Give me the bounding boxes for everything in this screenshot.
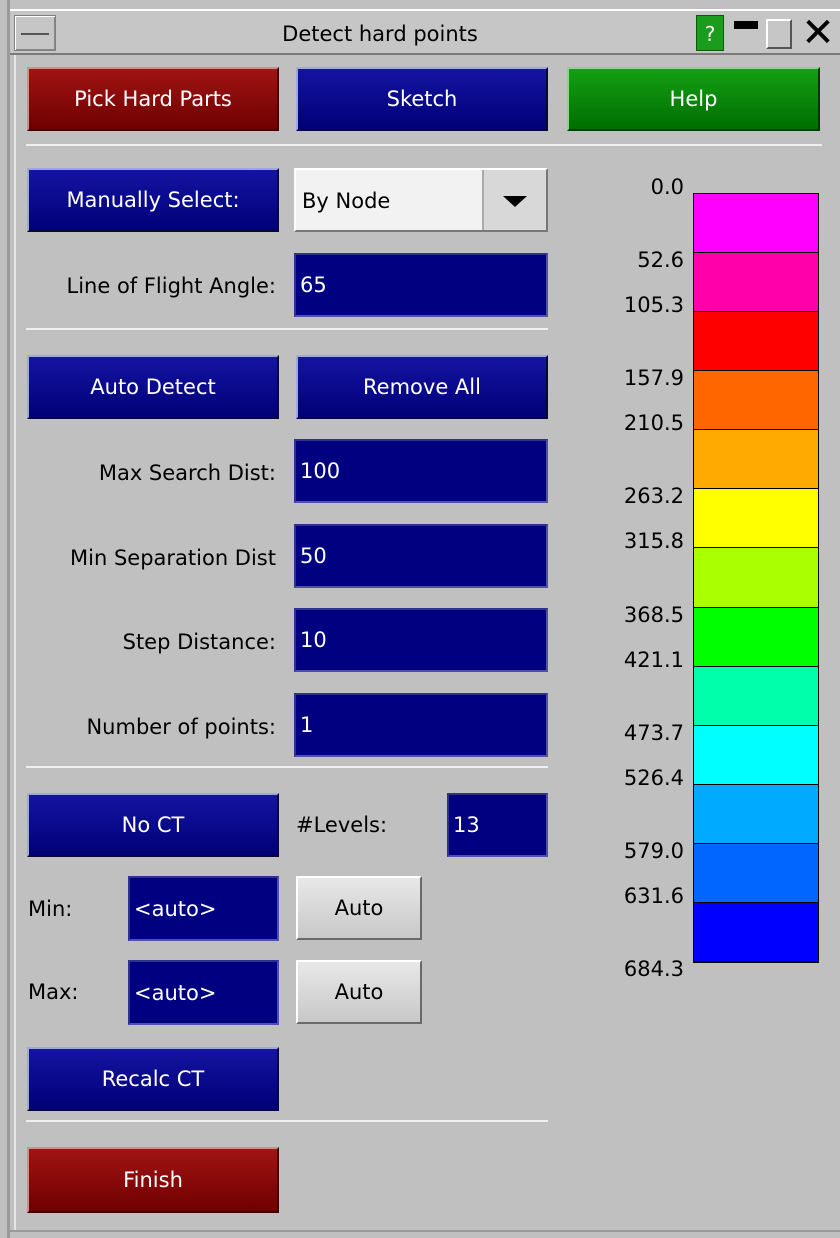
context-help-button[interactable]: ?: [696, 15, 724, 51]
no-ct-button[interactable]: No CT: [27, 793, 279, 857]
window-left-edge: [7, 0, 10, 1238]
legend-tick-label: 0.0: [650, 175, 684, 199]
close-icon[interactable]: ✕: [798, 13, 838, 53]
select-mode-value: By Node: [302, 189, 391, 213]
legend-tick-label: 210.5: [623, 411, 684, 436]
auto-detect-button[interactable]: Auto Detect: [27, 355, 279, 419]
min-separation-dist-input[interactable]: 50: [294, 524, 548, 588]
legend-tick-label: 526.4: [623, 765, 684, 790]
legend-swatch: [694, 253, 818, 313]
separator: [26, 1120, 548, 1122]
max-auto-button[interactable]: Auto: [296, 960, 422, 1024]
legend-tick-label: 631.6: [623, 883, 684, 908]
number-of-points-input[interactable]: 1: [294, 693, 548, 757]
line-of-flight-input[interactable]: 65: [294, 253, 548, 317]
contour-color-legend: [693, 193, 819, 963]
max-search-dist-input[interactable]: 100: [294, 439, 548, 503]
panel-left-edge: [14, 55, 16, 1230]
max-search-dist-label: Max Search Dist:: [98, 461, 276, 485]
legend-swatch: [694, 489, 818, 549]
title-bar[interactable]: Detect hard points ? ✕: [10, 9, 840, 55]
min-separation-dist-label: Min Separation Dist: [70, 546, 276, 570]
dropdown-toggle[interactable]: [482, 170, 546, 230]
legend-tick-label: 52.6: [637, 248, 684, 273]
sketch-button[interactable]: Sketch: [296, 67, 548, 131]
min-label: Min:: [28, 897, 73, 921]
min-auto-button[interactable]: Auto: [296, 876, 422, 940]
legend-tick-label: 263.2: [623, 484, 684, 509]
help-button[interactable]: Help: [567, 67, 820, 131]
legend-swatch: [694, 194, 818, 254]
max-label: Max:: [28, 980, 79, 1004]
legend-swatch: [694, 607, 818, 667]
legend-swatch: [694, 725, 818, 785]
window-bottom-edge: [10, 1230, 840, 1232]
chevron-down-icon: [503, 196, 527, 207]
legend-swatch: [694, 548, 818, 608]
legend-tick-label: 157.9: [623, 366, 684, 391]
number-of-points-label: Number of points:: [86, 715, 276, 739]
line-of-flight-label: Line of Flight Angle:: [66, 274, 277, 298]
legend-tick-label: 315.8: [623, 529, 684, 554]
recalc-ct-button[interactable]: Recalc CT: [27, 1047, 279, 1111]
pick-hard-parts-button[interactable]: Pick Hard Parts: [27, 67, 279, 131]
remove-all-button[interactable]: Remove All: [296, 355, 548, 419]
legend-swatch: [694, 902, 818, 962]
legend-tick-label: 421.1: [623, 647, 684, 672]
legend-swatch: [694, 430, 818, 490]
legend-swatch: [694, 784, 818, 844]
legend-swatch: [694, 312, 818, 372]
step-distance-label: Step Distance:: [122, 630, 276, 654]
manually-select-button[interactable]: Manually Select:: [27, 168, 279, 232]
separator: [26, 144, 822, 146]
step-distance-input[interactable]: 10: [294, 608, 548, 672]
separator: [26, 328, 548, 330]
legend-tick-label: 684.3: [623, 957, 684, 981]
legend-swatch: [694, 371, 818, 431]
legend-swatch: [694, 666, 818, 726]
window-title: Detect hard points: [282, 22, 478, 46]
finish-button[interactable]: Finish: [27, 1147, 279, 1213]
maximize-icon[interactable]: [764, 15, 794, 51]
minimize-icon[interactable]: [732, 15, 760, 51]
select-mode-dropdown[interactable]: By Node: [294, 168, 548, 232]
min-input[interactable]: <auto>: [128, 876, 279, 941]
legend-tick-label: 368.5: [623, 602, 684, 627]
separator: [26, 766, 548, 768]
legend-tick-label: 473.7: [623, 720, 684, 745]
legend-tick-label: 105.3: [623, 293, 684, 318]
legend-tick-label: 579.0: [623, 838, 684, 863]
legend-swatch: [694, 843, 818, 903]
levels-label: #Levels:: [296, 813, 388, 837]
levels-input[interactable]: 13: [447, 793, 548, 857]
max-input[interactable]: <auto>: [128, 960, 279, 1025]
